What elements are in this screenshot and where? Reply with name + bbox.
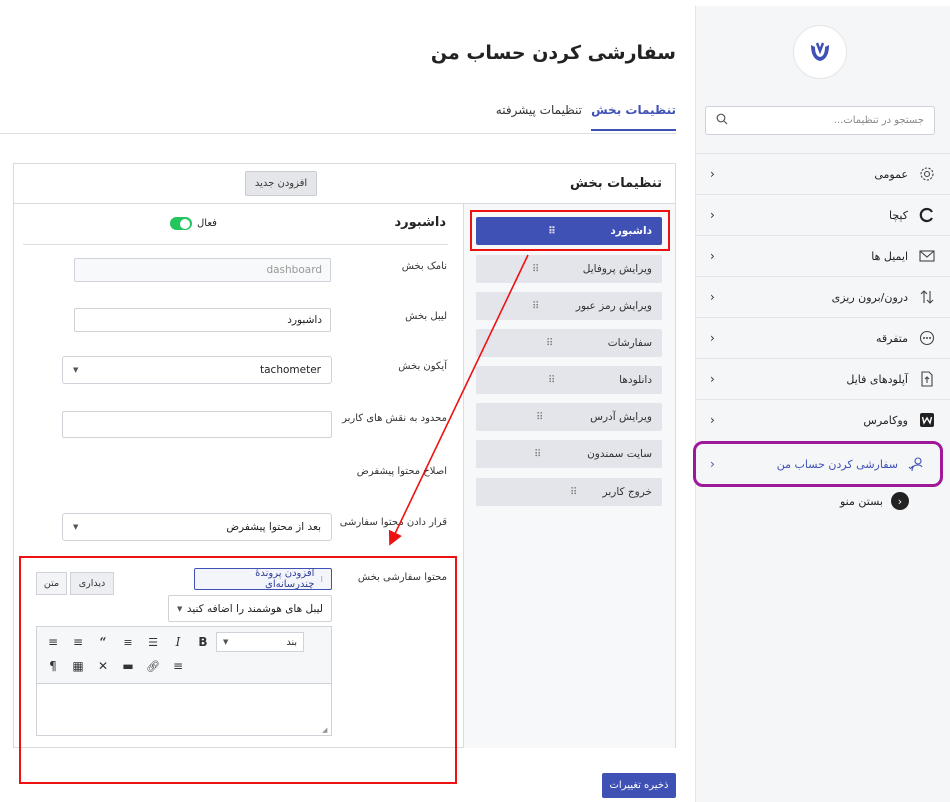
chevron-left-icon: ‹ [710, 413, 715, 427]
search-icon [716, 113, 728, 128]
section-list [463, 204, 676, 748]
modify-default-label: اصلاح محتوا پیشفرض [356, 466, 447, 477]
placement-select[interactable]: بعد از محتوا پیشفرض ▼ [62, 513, 332, 541]
section-label-input[interactable]: داشبورد [74, 308, 331, 332]
roles-input[interactable] [62, 411, 332, 438]
caret-down-icon: ▼ [73, 523, 79, 531]
form-divider [23, 244, 448, 245]
drag-handle-icon[interactable]: ⠿ [548, 375, 555, 386]
section-label: سفارشات [607, 337, 652, 349]
sidebar-item-customize-account[interactable]: سفارشی کردن حساب من ‹ [693, 441, 943, 487]
sidebar-item-file-uploads[interactable]: آپلودهای فایل ‹ [696, 358, 950, 399]
drag-handle-icon[interactable]: ⠿ [546, 338, 553, 349]
tab-section-settings[interactable]: تنظیمات بخش [591, 103, 676, 131]
section-label: دانلودها [619, 374, 652, 386]
more-icon [918, 329, 936, 347]
section-item-edit-password[interactable]: ویرایش رمز عبور ⠿ [476, 292, 662, 320]
sidebar-item-general[interactable]: عمومی ‹ [696, 153, 950, 194]
section-item-edit-profile[interactable]: ویرایش پروفایل ⠿ [476, 255, 662, 283]
toggle-switch[interactable] [170, 217, 192, 230]
name-label: نامک بخش [401, 261, 447, 272]
active-toggle[interactable]: فعال [170, 217, 217, 230]
tabs-divider [0, 133, 676, 134]
file-upload-icon [918, 370, 936, 388]
collapse-icon: ‹ [890, 492, 909, 510]
sidebar-item-label: سفارشی کردن حساب من [776, 457, 898, 471]
settings-search-input[interactable]: جستجو در تنظیمات... [705, 106, 935, 135]
logo-icon [811, 42, 829, 61]
caret-down-icon: ▼ [73, 366, 79, 374]
highlight-box-dashboard [470, 210, 670, 251]
page-title: سفارشی کردن حساب من [430, 42, 676, 64]
save-changes-button[interactable]: ذخیره تغییرات [602, 773, 676, 798]
close-menu-label: بستن منو [840, 494, 883, 508]
sidebar-item-label: ایمیل ها [871, 249, 908, 263]
sidebar-item-emails[interactable]: ایمیل ها ‹ [696, 235, 950, 276]
roles-label: محدود به نقش های کاربر [342, 413, 447, 424]
section-label-label: لیبل بخش [405, 311, 447, 322]
close-menu-button[interactable]: ‹ بستن منو [840, 492, 909, 510]
drag-handle-icon[interactable]: ⠿ [532, 301, 539, 312]
captcha-icon [918, 206, 936, 224]
section-item-orders[interactable]: سفارشات ⠿ [476, 329, 662, 357]
chevron-left-icon: ‹ [710, 331, 715, 345]
sidebar-item-captcha[interactable]: کپچا ‹ [696, 194, 950, 235]
sidebar-item-label: عمومی [874, 167, 908, 181]
section-item-downloads[interactable]: دانلودها ⠿ [476, 366, 662, 394]
name-input[interactable]: dashboard [74, 258, 331, 282]
mail-icon [918, 247, 936, 265]
highlight-box-editor [19, 556, 457, 784]
chevron-left-icon: ‹ [710, 372, 715, 386]
sidebar-item-misc[interactable]: متفرقه ‹ [696, 317, 950, 358]
add-new-button[interactable]: افزودن جدید [245, 171, 317, 196]
chevron-left-icon: ‹ [710, 208, 715, 222]
sidebar-item-label: آپلودهای فایل [846, 372, 908, 386]
chevron-left-icon: ‹ [710, 249, 715, 263]
chevron-left-icon: ‹ [710, 457, 715, 471]
section-label: ویرایش آدرس [590, 411, 652, 423]
active-label: فعال [197, 218, 217, 229]
section-label: ویرایش پروفایل [582, 263, 652, 275]
form-title: داشبورد [394, 215, 446, 230]
gear-icon [918, 165, 936, 183]
search-placeholder: جستجو در تنظیمات... [833, 115, 924, 126]
user-check-icon [908, 455, 926, 473]
chevron-left-icon: ‹ [710, 167, 715, 181]
icon-label: آیکون بخش [398, 361, 447, 372]
section-item-logout[interactable]: خروج کاربر ⠿ [476, 478, 662, 506]
section-label: ویرایش رمز عبور [575, 300, 652, 312]
sidebar-item-import-export[interactable]: درون/برون ریزی ‹ [696, 276, 950, 317]
sidebar-item-label: درون/برون ریزی [831, 290, 908, 304]
drag-handle-icon[interactable]: ⠿ [532, 264, 539, 275]
woocommerce-icon [918, 411, 936, 429]
icon-select-value: tachometer [260, 364, 321, 376]
drag-handle-icon[interactable]: ⠿ [536, 412, 543, 423]
icon-select[interactable]: tachometer ▼ [62, 356, 332, 384]
sidebar-item-label: ووکامرس [863, 413, 908, 427]
drag-handle-icon[interactable]: ⠿ [534, 449, 541, 460]
drag-handle-icon[interactable]: ⠿ [570, 487, 577, 498]
section-item-edit-address[interactable]: ویرایش آدرس ⠿ [476, 403, 662, 431]
plugin-logo [793, 25, 847, 79]
section-label: سایت سمندون [587, 448, 652, 460]
panel-title: تنظیمات بخش [570, 176, 662, 191]
sidebar-item-label: متفرقه [875, 331, 908, 345]
sidebar-item-label: کپچا [888, 208, 908, 222]
placement-label: قرار دادن محتوا سفارشی [339, 517, 447, 528]
section-item-samandoon[interactable]: سایت سمندون ⠿ [476, 440, 662, 468]
sidebar-item-woocommerce[interactable]: ووکامرس ‹ [696, 399, 950, 440]
section-label: خروج کاربر [602, 486, 652, 498]
placement-select-value: بعد از محتوا پیشفرض [226, 521, 321, 533]
import-export-icon [918, 288, 936, 306]
tab-advanced-settings[interactable]: تنظیمات پیشرفته [496, 103, 582, 117]
chevron-left-icon: ‹ [710, 290, 715, 304]
